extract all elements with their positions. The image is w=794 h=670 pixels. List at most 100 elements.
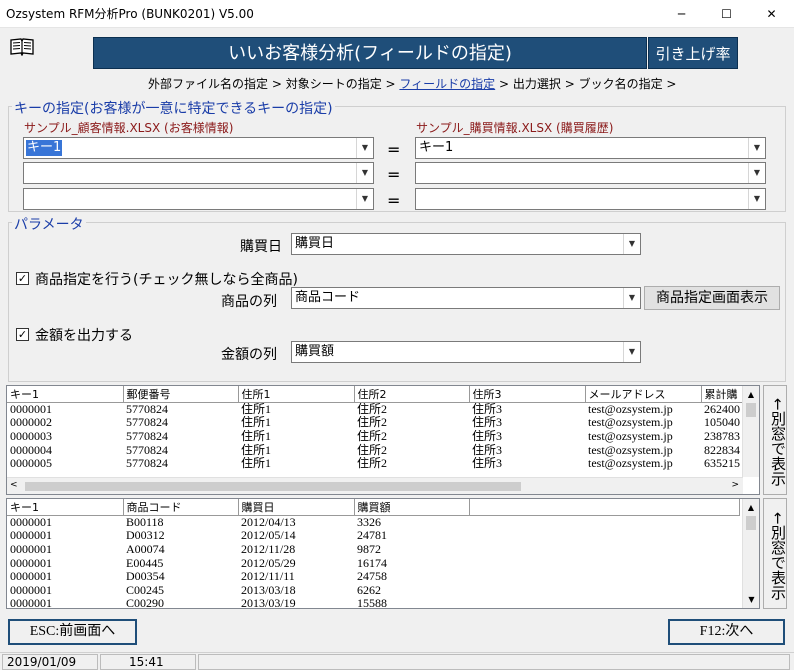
table-row[interactable]: 0000001 E00445 2012/05/29 16174 (7, 556, 739, 570)
column-header[interactable]: 購買額 (354, 499, 470, 516)
column-header[interactable]: 購買日 (238, 499, 355, 516)
table-row[interactable]: 0000002 5770824 住所1 住所2 住所3 test@ozsystem.jp 1… (7, 416, 744, 430)
product-column-value: 商品コード (295, 290, 361, 305)
scroll-up-icon[interactable]: ▲ (743, 499, 759, 516)
amount-column-combo[interactable]: 購買額 ▼ (291, 341, 641, 363)
table-row[interactable]: 0000001 A00074 2012/11/28 9872 (7, 543, 739, 557)
table-cell: 5770824 (126, 429, 168, 443)
table-row[interactable]: 0000001 B00118 2012/04/13 3326 (7, 516, 739, 530)
table-row[interactable]: 0000001 5770824 住所1 住所2 住所3 test@ozsystem.jp 2… (7, 403, 744, 417)
left-key-combo-3[interactable]: ▼ (23, 188, 374, 210)
amount-column-label: 金額の列 (221, 347, 277, 363)
column-header[interactable]: メールアドレス (585, 386, 702, 403)
table-cell: 16174 (357, 556, 387, 570)
table-cell: 262400 (704, 402, 740, 417)
column-header[interactable]: 累計購 (701, 386, 745, 403)
maximize-button[interactable]: ☐ (704, 0, 749, 28)
right-key-combo-1[interactable]: キー1 ▼ (415, 137, 766, 159)
vertical-scrollbar[interactable]: ▲ (742, 386, 759, 477)
column-header[interactable]: 商品コード (123, 499, 239, 516)
right-key-combo-3[interactable]: ▼ (415, 188, 766, 210)
next-button[interactable]: F12:次へ (668, 619, 785, 645)
column-header[interactable]: 住所1 (238, 386, 355, 403)
product-filter-label: 商品指定を行う(チェック無しなら全商品) (35, 272, 298, 288)
amount-output-checkbox[interactable]: ✓ (16, 328, 29, 341)
table-cell: 2012/11/28 (241, 542, 296, 556)
breadcrumb-separator: > (499, 77, 510, 91)
customer-data-grid[interactable]: キー1 郵便番号 住所1 住所2 住所3 メールアドレス 累計購 0000001… (6, 385, 760, 495)
table-cell: 105040 (704, 416, 740, 430)
breadcrumb-step-field[interactable]: フィールドの指定 (399, 77, 495, 91)
open-purchase-window-button[interactable]: ←別窓で表示 (763, 498, 787, 609)
table-cell: B00118 (126, 515, 164, 530)
product-select-screen-button[interactable]: 商品指定画面表示 (644, 286, 780, 310)
column-header[interactable]: キー1 (7, 386, 124, 403)
close-button[interactable]: ✕ (749, 0, 794, 28)
product-column-combo[interactable]: 商品コード ▼ (291, 287, 641, 309)
column-header[interactable]: 郵便番号 (123, 386, 239, 403)
purchase-date-label: 購買日 (240, 239, 282, 255)
table-cell: 住所1 (241, 429, 272, 443)
left-file-label: サンプル_顧客情報.XLSX (お客様情報) (24, 121, 234, 135)
table-cell: 0000003 (10, 429, 52, 443)
left-key-value-1: キー1 (26, 140, 63, 156)
column-header[interactable]: キー1 (7, 499, 124, 516)
scroll-thumb[interactable] (25, 482, 521, 491)
chevron-down-icon[interactable]: ▼ (356, 138, 373, 158)
table-cell: test@ozsystem.jp (588, 443, 673, 457)
table-cell: E00445 (126, 556, 164, 570)
table-cell: test@ozsystem.jp (588, 429, 673, 443)
table-cell: 住所2 (357, 416, 388, 430)
chevron-down-icon[interactable]: ▼ (748, 163, 765, 183)
table-row[interactable]: 0000001 C00245 2013/03/18 6262 (7, 583, 739, 597)
customer-table: キー1 郵便番号 住所1 住所2 住所3 メールアドレス 累計購 0000001… (7, 386, 745, 470)
table-row[interactable]: 0000001 C00290 2013/03/19 15588 (7, 597, 739, 609)
table-row[interactable]: 0000001 D00312 2012/05/14 24781 (7, 529, 739, 543)
open-customer-window-button[interactable]: ←別窓で表示 (763, 385, 787, 495)
lift-rate-label[interactable]: 引き上げ率 (648, 37, 738, 69)
table-cell: 住所2 (357, 429, 388, 443)
scroll-up-icon[interactable]: ▲ (743, 386, 759, 403)
table-cell: 2012/05/29 (241, 556, 296, 570)
product-filter-checkbox[interactable]: ✓ (16, 272, 29, 285)
back-button[interactable]: ESC:前画面へ (8, 619, 137, 645)
table-row[interactable]: 0000003 5770824 住所1 住所2 住所3 test@ozsystem.jp 2… (7, 430, 744, 444)
purchase-date-combo[interactable]: 購買日 ▼ (291, 233, 641, 255)
chevron-down-icon[interactable]: ▼ (356, 189, 373, 209)
left-key-combo-2[interactable]: ▼ (23, 162, 374, 184)
purchase-data-grid[interactable]: キー1 商品コード 購買日 購買額 0000001 B00118 2012/04/1… (6, 498, 760, 609)
table-row[interactable]: 0000001 D00354 2012/11/11 24758 (7, 570, 739, 584)
table-cell: 0000001 (10, 597, 52, 609)
chevron-down-icon[interactable]: ▼ (748, 189, 765, 209)
table-cell: D00354 (126, 569, 165, 584)
scroll-thumb[interactable] (746, 516, 756, 530)
horizontal-scrollbar[interactable]: < > (7, 477, 743, 494)
chevron-down-icon[interactable]: ▼ (623, 288, 640, 308)
column-header[interactable]: 住所2 (354, 386, 470, 403)
scroll-thumb[interactable] (746, 403, 756, 417)
column-header[interactable]: 住所3 (469, 386, 586, 403)
table-cell: 住所3 (472, 429, 503, 443)
table-header-row: キー1 商品コード 購買日 購買額 (7, 499, 740, 516)
table-cell: 2013/03/18 (241, 583, 296, 597)
book-icon[interactable] (10, 38, 34, 57)
chevron-down-icon[interactable]: ▼ (748, 138, 765, 158)
chevron-down-icon[interactable]: ▼ (356, 163, 373, 183)
right-key-combo-2[interactable]: ▼ (415, 162, 766, 184)
right-file-label: サンプル_購買情報.XLSX (購買履歴) (416, 121, 614, 135)
scroll-down-icon[interactable]: ▼ (743, 591, 759, 608)
chevron-down-icon[interactable]: ▼ (623, 342, 640, 362)
table-cell: 住所1 (241, 402, 272, 417)
left-key-combo-1[interactable]: キー1 ▼ (23, 137, 374, 159)
table-row[interactable]: 0000004 5770824 住所1 住所2 住所3 test@ozsystem.jp 8… (7, 443, 744, 457)
minimize-button[interactable]: ─ (659, 0, 704, 28)
scroll-right-icon[interactable]: > (731, 480, 739, 490)
table-cell: A00074 (126, 542, 165, 556)
chevron-down-icon[interactable]: ▼ (623, 234, 640, 254)
vertical-scrollbar[interactable]: ▲ ▼ (742, 499, 759, 608)
scroll-left-icon[interactable]: < (10, 480, 18, 490)
table-cell: 0000005 (10, 456, 52, 471)
window-controls: ─ ☐ ✕ (659, 0, 794, 28)
table-row[interactable]: 0000005 5770824 住所1 住所2 住所3 test@ozsystem.jp 6… (7, 457, 744, 471)
product-column-label: 商品の列 (221, 294, 277, 310)
